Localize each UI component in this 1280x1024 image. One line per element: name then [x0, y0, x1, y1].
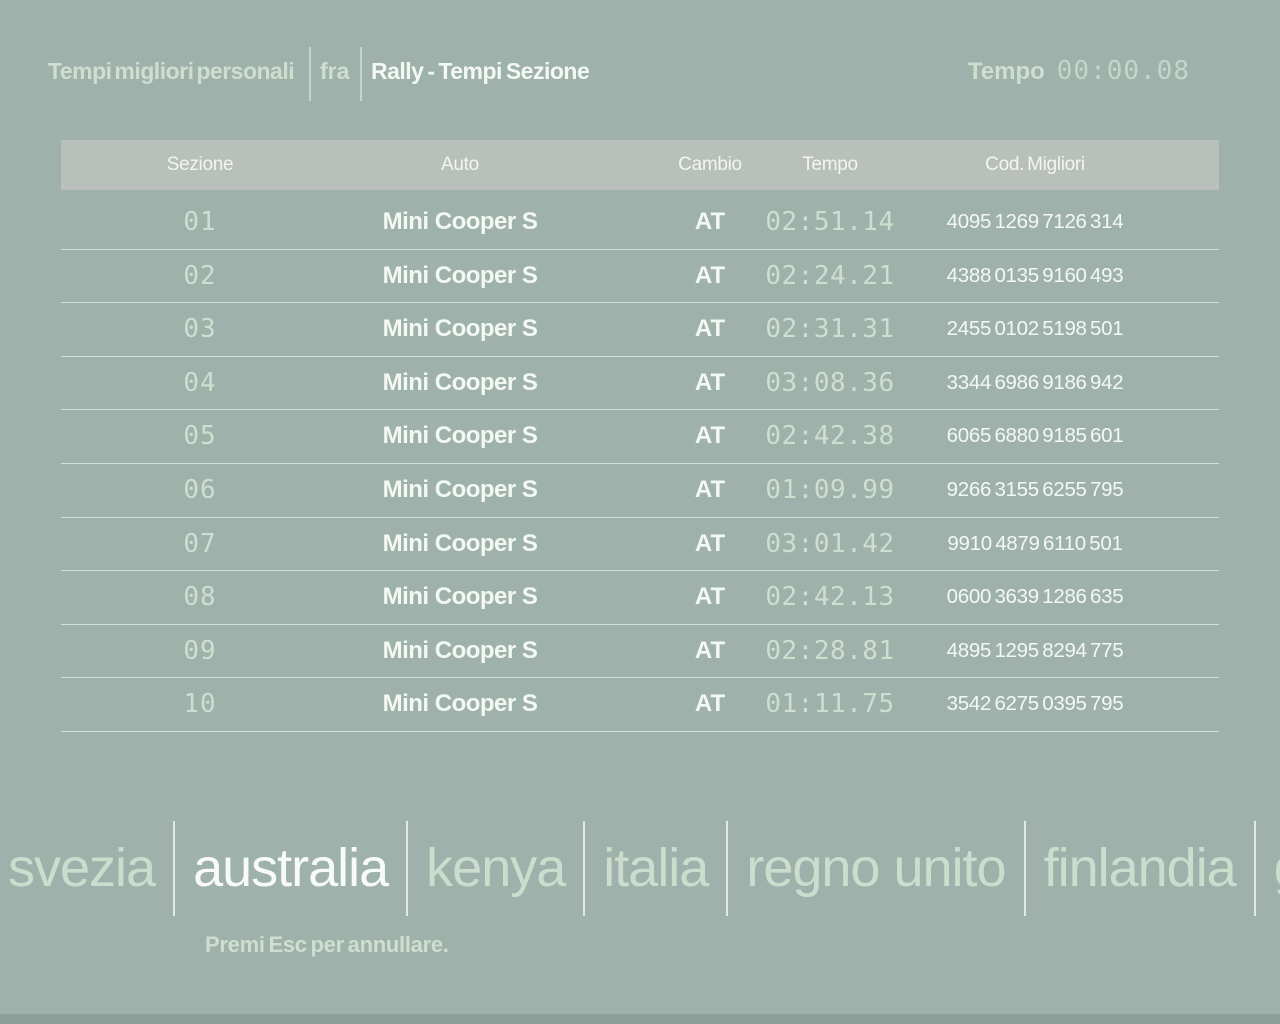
tab-finlandia[interactable]: finlandia — [1044, 837, 1236, 899]
esc-hint: Premi Esc per annullare. — [205, 932, 449, 958]
tab-australia[interactable]: australia — [193, 837, 388, 899]
cell-sezione: 03 — [61, 303, 339, 356]
header-connector-label: fra — [320, 58, 349, 85]
country-tabs: svezia australia kenya italia regno unito fin… — [0, 818, 1280, 918]
tab-divider — [726, 821, 728, 916]
cell-auto: Mini Cooper S — [339, 303, 581, 356]
cell-auto: Mini Cooper S — [339, 410, 581, 463]
table-row: 08 Mini Cooper S AT 02:42.13 0600 3639 1… — [61, 571, 1219, 625]
cell-cod-migliori: 9266 3155 6255 795 — [851, 464, 1219, 517]
cell-auto: Mini Cooper S — [339, 196, 581, 249]
bottom-strip — [0, 1014, 1280, 1024]
table-body: 01 Mini Cooper S AT 02:51.14 4095 1269 7… — [61, 196, 1219, 732]
table-row: 05 Mini Cooper S AT 02:42.38 6065 6880 9… — [61, 410, 1219, 464]
section-times-table: Sezione Auto Cambio Tempo Cod. Migliori … — [61, 140, 1219, 732]
column-header-sezione: Sezione — [61, 140, 339, 190]
table-row: 03 Mini Cooper S AT 02:31.31 2455 0102 5… — [61, 303, 1219, 357]
column-header-auto: Auto — [339, 140, 581, 190]
page-title: Tempi migliori personali — [48, 58, 294, 85]
cell-auto: Mini Cooper S — [339, 625, 581, 678]
cell-auto: Mini Cooper S — [339, 518, 581, 571]
tab-partial-next[interactable]: g — [1274, 837, 1280, 899]
cell-cod-migliori: 6065 6880 9185 601 — [851, 410, 1219, 463]
table-row: 04 Mini Cooper S AT 03:08.36 3344 6986 9… — [61, 357, 1219, 411]
table-row: 01 Mini Cooper S AT 02:51.14 4095 1269 7… — [61, 196, 1219, 250]
cell-sezione: 08 — [61, 571, 339, 624]
cell-cod-migliori: 2455 0102 5198 501 — [851, 303, 1219, 356]
table-row: 06 Mini Cooper S AT 01:09.99 9266 3155 6… — [61, 464, 1219, 518]
cell-cod-migliori: 4895 1295 8294 775 — [851, 625, 1219, 678]
cell-cod-migliori: 0600 3639 1286 635 — [851, 571, 1219, 624]
cell-sezione: 09 — [61, 625, 339, 678]
session-timer: Tempo 00:00.08 — [968, 56, 1190, 86]
cell-sezione: 02 — [61, 250, 339, 303]
top-bar: Tempi migliori personali fra Rally - Tem… — [0, 47, 1280, 101]
header-divider — [309, 47, 311, 101]
cell-sezione: 05 — [61, 410, 339, 463]
cell-sezione: 04 — [61, 357, 339, 410]
page-subtitle: Rally - Tempi Sezione — [371, 58, 589, 85]
cell-cod-migliori: 4388 0135 9160 493 — [851, 250, 1219, 303]
cell-auto: Mini Cooper S — [339, 357, 581, 410]
cell-auto: Mini Cooper S — [339, 464, 581, 517]
cell-cod-migliori: 3542 6275 0395 795 — [851, 678, 1219, 731]
tab-svezia[interactable]: svezia — [8, 837, 155, 899]
timer-label: Tempo — [968, 58, 1045, 86]
cell-auto: Mini Cooper S — [339, 250, 581, 303]
cell-cod-migliori: 9910 4879 6110 501 — [851, 518, 1219, 571]
table-row: 09 Mini Cooper S AT 02:28.81 4895 1295 8… — [61, 625, 1219, 679]
column-header-cod-migliori: Cod. Migliori — [851, 140, 1219, 190]
table-header-row: Sezione Auto Cambio Tempo Cod. Migliori — [61, 140, 1219, 190]
tab-divider — [583, 821, 585, 916]
header-divider — [360, 47, 362, 101]
cell-sezione: 01 — [61, 196, 339, 249]
cell-auto: Mini Cooper S — [339, 571, 581, 624]
cell-cod-migliori: 3344 6986 9186 942 — [851, 357, 1219, 410]
tab-divider — [173, 821, 175, 916]
tab-divider — [1254, 821, 1256, 916]
table-row: 02 Mini Cooper S AT 02:24.21 4388 0135 9… — [61, 250, 1219, 304]
tab-regno-unito[interactable]: regno unito — [746, 837, 1005, 899]
tab-kenya[interactable]: kenya — [426, 837, 565, 899]
tab-italia[interactable]: italia — [603, 837, 708, 899]
cell-cod-migliori: 4095 1269 7126 314 — [851, 196, 1219, 249]
table-row: 10 Mini Cooper S AT 01:11.75 3542 6275 0… — [61, 678, 1219, 732]
cell-auto: Mini Cooper S — [339, 678, 581, 731]
cell-sezione: 10 — [61, 678, 339, 731]
tab-divider — [1024, 821, 1026, 916]
table-row: 07 Mini Cooper S AT 03:01.42 9910 4879 6… — [61, 518, 1219, 572]
cell-sezione: 07 — [61, 518, 339, 571]
tab-divider — [406, 821, 408, 916]
timer-value: 00:00.08 — [1057, 56, 1190, 86]
cell-sezione: 06 — [61, 464, 339, 517]
